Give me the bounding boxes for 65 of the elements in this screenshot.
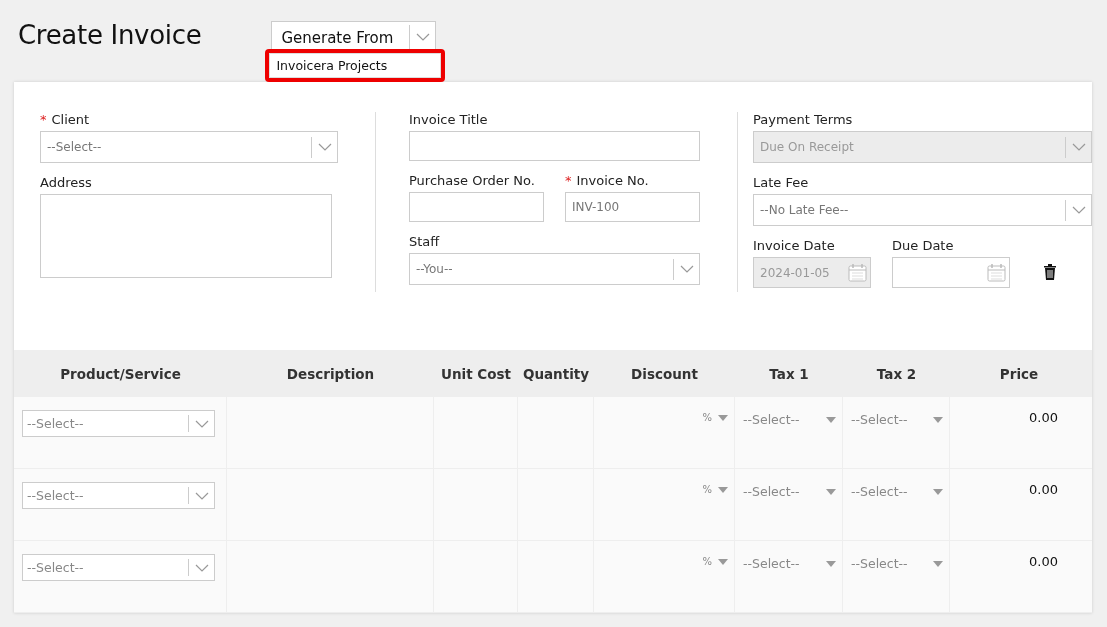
page-title: Create Invoice [18,20,202,50]
tax-select[interactable]: --Select-- [743,410,836,427]
field-label: Invoice Title [409,112,489,127]
field-label: Staff [409,234,441,249]
field-label: Late Fee [753,175,810,190]
price-cell-text: 0.00 [1029,410,1059,425]
required-mark: * [40,112,47,127]
chevron-down-icon [1071,206,1086,214]
chevron-down-icon [194,419,209,428]
field-label: Invoice No. [576,173,649,188]
date-field[interactable] [892,257,1010,288]
price-cell-text: 0.00 [1029,482,1059,497]
caret-down-icon [933,560,943,567]
tax-select[interactable]: --Select-- [743,482,836,499]
field-label: Client [51,112,90,127]
column-header: Description [285,365,376,382]
chevron-down-icon [415,33,430,42]
text-field[interactable]: INV-100 [565,192,700,222]
field-label: Purchase Order No. [409,173,536,188]
select-field[interactable]: --You-- [409,253,700,285]
caret-down-icon [718,414,728,421]
chevron-down-icon [679,265,694,273]
tax-select[interactable]: --Select-- [851,482,943,499]
column-header: Discount [630,365,699,382]
discount-unit-select[interactable]: % [602,554,728,567]
tax-select[interactable]: --Select-- [851,410,943,427]
caret-down-icon [826,560,836,567]
product-select[interactable]: --Select-- [22,482,215,509]
caret-down-icon [826,488,836,495]
column-header: Price [998,365,1040,382]
tax-select[interactable]: --Select-- [851,554,943,571]
select-field[interactable]: --Select-- [40,131,338,163]
field-label: Payment Terms [753,112,854,127]
column-header: Tax 1 [768,365,810,382]
field-label: Address [40,175,93,190]
product-select[interactable]: --Select-- [22,410,215,437]
column-header: Quantity [521,365,591,382]
text-field[interactable] [409,131,700,161]
tax-select[interactable]: --Select-- [743,554,836,571]
address-field[interactable] [40,194,332,278]
required-mark: * [565,173,572,188]
chevron-down-icon [194,491,209,500]
calendar-icon [987,263,1006,282]
text-field[interactable] [409,192,544,222]
price-cell-text: 0.00 [1029,554,1059,569]
chevron-down-icon [317,143,332,151]
caret-down-icon [826,416,836,423]
chevron-down-icon [1071,143,1086,151]
field-label: Invoice Date [753,238,836,253]
caret-down-icon [718,486,728,493]
dropdown-option[interactable]: Invoicera Projects [269,53,442,78]
discount-unit-select[interactable]: % [602,410,728,423]
discount-unit-select[interactable]: % [602,482,728,495]
column-header: Product/Service [59,365,182,382]
select-field[interactable]: --No Late Fee-- [753,194,1092,226]
caret-down-icon [718,558,728,565]
product-select[interactable]: --Select-- [22,554,215,581]
column-header: Unit Cost [440,365,512,382]
field-label: Due Date [892,238,955,253]
chevron-down-icon [194,563,209,572]
calendar-icon [848,263,867,282]
column-header: Tax 2 [875,365,918,382]
delete-icon[interactable] [1043,263,1057,281]
caret-down-icon [933,416,943,423]
caret-down-icon [933,488,943,495]
